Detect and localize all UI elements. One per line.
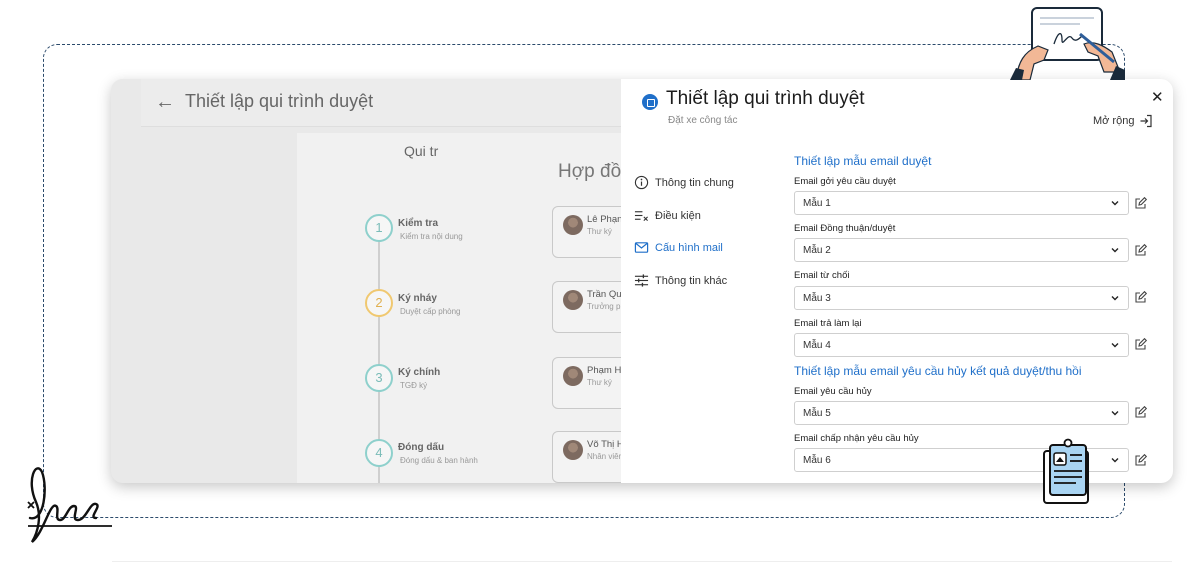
tablet-signing-illustration	[1010, 7, 1125, 80]
condition-list-icon	[634, 211, 648, 222]
assignee-role: Trưởng p	[587, 302, 621, 311]
avatar	[563, 215, 583, 235]
nav-item-mail-config[interactable]: Cấu hình mail	[634, 240, 723, 255]
step-description: Đóng dấu & ban hành	[400, 456, 478, 465]
info-icon	[634, 175, 649, 190]
back-arrow-icon[interactable]: ←	[155, 91, 175, 114]
template-select[interactable]: Mẫu 3	[794, 286, 1129, 310]
step-number: 1	[365, 214, 393, 242]
assignee-name: Lê Phạn	[587, 214, 623, 225]
chevron-down-icon	[1111, 458, 1119, 463]
nav-label: Điều kiện	[655, 209, 701, 222]
assignee-name: Trần Qu	[587, 289, 622, 300]
assignee-role: Nhân viên	[587, 452, 624, 461]
chevron-down-icon	[1111, 248, 1119, 253]
screenshot-card: ← Thiết lập qui trình duyệt Qui tr Hợp đ…	[111, 79, 1173, 483]
chevron-down-icon	[1111, 343, 1119, 348]
edit-icon[interactable]	[1134, 453, 1148, 467]
template-select[interactable]: Mẫu 1	[794, 191, 1129, 215]
assignee-card: Võ Thị H Nhân viên	[552, 431, 632, 483]
sliders-icon	[634, 274, 649, 287]
step-description: Duyệt cấp phòng	[400, 307, 461, 316]
step-name: Kiểm tra	[398, 218, 439, 229]
divider	[112, 561, 1172, 562]
field-label: Email chấp nhận yêu cầu hủy	[794, 433, 919, 444]
document-clipboard-illustration	[1043, 438, 1089, 504]
select-value: Mẫu 3	[803, 293, 831, 304]
select-value: Mẫu 6	[803, 455, 831, 466]
workflow-icon	[642, 94, 658, 110]
select-value: Mẫu 1	[803, 198, 831, 209]
avatar	[563, 440, 583, 460]
assignee-name: Phạm H	[587, 365, 622, 376]
document-heading: Qui tr	[404, 143, 439, 159]
expand-icon	[1140, 114, 1153, 128]
nav-item-general-info[interactable]: Thông tin chung	[634, 175, 734, 190]
nav-label: Cấu hình mail	[655, 241, 723, 254]
edit-icon[interactable]	[1134, 337, 1148, 351]
edit-icon[interactable]	[1134, 196, 1148, 210]
edit-icon[interactable]	[1134, 405, 1148, 419]
field-label: Email từ chối	[794, 270, 850, 281]
field-label: Email trả làm lại	[794, 318, 862, 329]
mail-icon	[634, 242, 649, 253]
avatar	[563, 290, 583, 310]
assignee-card: Lê Phạn Thư ký	[552, 206, 632, 258]
nav-label: Thông tin khác	[655, 274, 728, 287]
settings-panel: Thiết lập qui trình duyệt Đặt xe công tá…	[621, 79, 1173, 483]
step-number: 4	[365, 439, 393, 467]
template-select[interactable]: Mẫu 5	[794, 401, 1129, 425]
assignee-role: Thư ký	[587, 227, 612, 236]
assignee-role: Thư ký	[587, 378, 612, 387]
chevron-down-icon	[1111, 201, 1119, 206]
background-page-title: Thiết lập qui trình duyệt	[185, 91, 374, 111]
template-select[interactable]: Mẫu 2	[794, 238, 1129, 262]
step-description: TGĐ ký	[400, 381, 428, 390]
select-value: Mẫu 5	[803, 408, 831, 419]
expand-button[interactable]: Mở rộng	[1093, 114, 1153, 128]
assignee-name: Võ Thị H	[587, 439, 624, 450]
nav-label: Thông tin chung	[655, 176, 734, 189]
section-title-cancel-email: Thiết lập mẫu email yêu cầu hủy kết quả …	[794, 364, 1082, 378]
assignee-card: Phạm H Thư ký	[552, 357, 632, 409]
field-label: Email gởi yêu cầu duyệt	[794, 176, 896, 187]
nav-item-conditions[interactable]: Điều kiện	[634, 208, 701, 223]
step-number: 2	[365, 289, 393, 317]
expand-label: Mở rộng	[1093, 115, 1135, 127]
chevron-down-icon	[1111, 296, 1119, 301]
step-number: 3	[365, 364, 393, 392]
select-value: Mẫu 2	[803, 245, 831, 256]
edit-icon[interactable]	[1134, 290, 1148, 304]
step-name: Ký chính	[398, 367, 441, 378]
step-description: Kiểm tra nội dung	[400, 232, 463, 241]
step-name: Đóng dấu	[398, 442, 445, 453]
field-label: Email Đồng thuận/duyệt	[794, 223, 896, 234]
field-label: Email yêu cầu hủy	[794, 386, 872, 397]
close-button[interactable]: ✕	[1151, 88, 1164, 106]
signature-illustration	[27, 467, 112, 543]
select-value: Mẫu 4	[803, 340, 831, 351]
section-title-approval-email: Thiết lập mẫu email duyệt	[794, 154, 932, 168]
edit-icon[interactable]	[1134, 243, 1148, 257]
step-name: Ký nháy	[398, 293, 437, 304]
panel-title: Thiết lập qui trình duyệt	[666, 88, 865, 109]
avatar	[563, 366, 583, 386]
template-select[interactable]: Mẫu 4	[794, 333, 1129, 357]
assignee-card: Trần Qu Trưởng p	[552, 281, 632, 333]
nav-item-other-info[interactable]: Thông tin khác	[634, 273, 727, 288]
background-page: ← Thiết lập qui trình duyệt Qui tr Hợp đ…	[111, 79, 632, 483]
panel-subtitle: Đặt xe công tác	[668, 115, 738, 126]
chevron-down-icon	[1111, 411, 1119, 416]
